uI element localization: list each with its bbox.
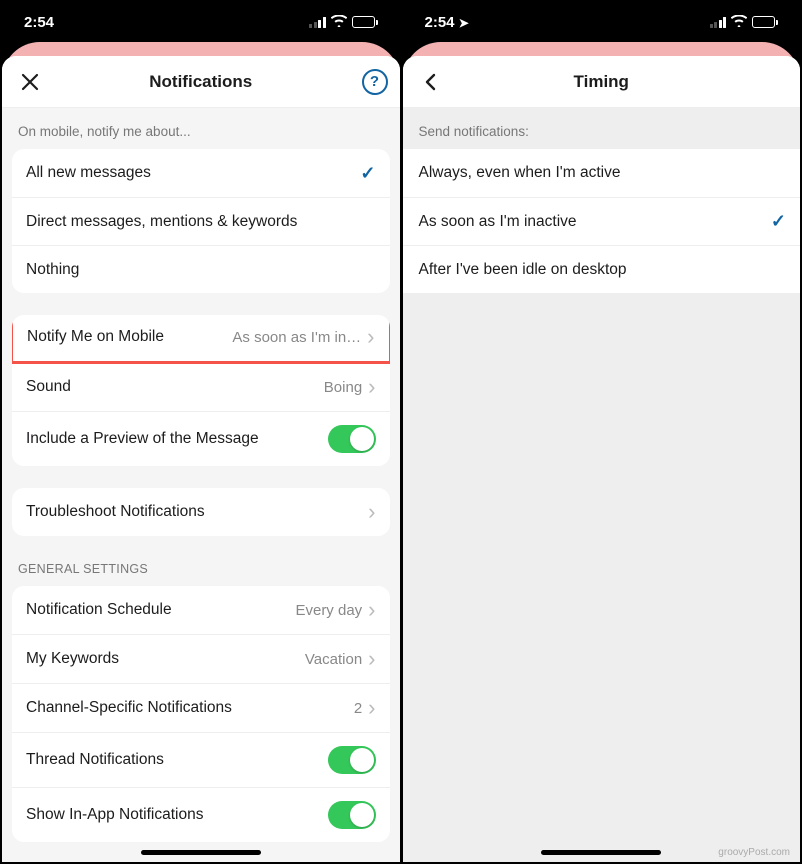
settings-card-1: Notify Me on Mobile As soon as I'm in… ›… — [12, 315, 390, 466]
notify-options-card: All new messages ✓ Direct messages, ment… — [12, 149, 390, 293]
row-label: Troubleshoot Notifications — [26, 503, 368, 521]
location-icon: ➤ — [459, 16, 469, 30]
row-label: Notify Me on Mobile — [27, 328, 232, 346]
row-label: All new messages — [26, 164, 360, 182]
timing-option-idle[interactable]: After I've been idle on desktop — [403, 245, 801, 293]
status-time: 2:54 — [24, 14, 54, 31]
row-label: Include a Preview of the Message — [26, 430, 328, 448]
schedule-row[interactable]: Notification Schedule Every day › — [12, 586, 390, 634]
row-label: Direct messages, mentions & keywords — [26, 213, 376, 231]
section-label-send: Send notifications: — [403, 108, 801, 149]
row-label: Notification Schedule — [26, 601, 295, 619]
battery-icon — [352, 16, 378, 28]
troubleshoot-card: Troubleshoot Notifications › — [12, 488, 390, 536]
timing-option-inactive[interactable]: As soon as I'm inactive ✓ — [403, 197, 801, 245]
status-icons — [710, 14, 779, 31]
row-label: Nothing — [26, 261, 376, 279]
keywords-row[interactable]: My Keywords Vacation › — [12, 634, 390, 683]
thread-notif-row: Thread Notifications — [12, 732, 390, 787]
channel-notif-row[interactable]: Channel-Specific Notifications 2 › — [12, 683, 390, 732]
page-title: Notifications — [149, 72, 252, 92]
row-value: Boing — [324, 379, 362, 396]
close-icon — [20, 72, 40, 92]
row-value: 2 — [354, 700, 362, 717]
thread-toggle[interactable] — [328, 746, 376, 774]
notify-option-all[interactable]: All new messages ✓ — [12, 149, 390, 197]
status-time: 2:54 ➤ — [425, 14, 469, 31]
preview-toggle-row: Include a Preview of the Message — [12, 411, 390, 466]
sound-row[interactable]: Sound Boing › — [12, 362, 390, 411]
chevron-right-icon: › — [367, 326, 374, 348]
sheet-header: Notifications ? — [2, 56, 400, 108]
row-value: Every day — [295, 602, 362, 619]
preview-toggle[interactable] — [328, 425, 376, 453]
notify-option-dm[interactable]: Direct messages, mentions & keywords — [12, 197, 390, 245]
chevron-right-icon: › — [368, 648, 375, 670]
notify-option-nothing[interactable]: Nothing — [12, 245, 390, 293]
page-title: Timing — [574, 72, 629, 92]
timing-option-always[interactable]: Always, even when I'm active — [403, 149, 801, 197]
battery-icon — [752, 16, 778, 28]
help-button[interactable]: ? — [362, 69, 388, 95]
chevron-right-icon: › — [368, 501, 375, 523]
phone-right: 2:54 ➤ Timing Send notifications: — [403, 2, 801, 862]
row-label: As soon as I'm inactive — [419, 213, 771, 231]
general-card: Notification Schedule Every day › My Key… — [12, 586, 390, 842]
help-icon: ? — [370, 73, 379, 90]
wifi-icon — [731, 14, 747, 31]
inapp-toggle[interactable] — [328, 801, 376, 829]
chevron-right-icon: › — [368, 376, 375, 398]
check-icon: ✓ — [771, 211, 786, 232]
row-label: After I've been idle on desktop — [419, 261, 787, 279]
row-label: Thread Notifications — [26, 751, 328, 769]
row-label: Show In-App Notifications — [26, 806, 328, 824]
row-label: Always, even when I'm active — [419, 164, 787, 182]
status-bar: 2:54 ➤ — [403, 2, 801, 42]
status-icons — [309, 14, 378, 31]
timing-options-card: Always, even when I'm active As soon as … — [403, 149, 801, 293]
chevron-right-icon: › — [368, 599, 375, 621]
row-label: Sound — [26, 378, 324, 396]
check-icon: ✓ — [360, 163, 375, 184]
row-value: As soon as I'm in… — [232, 329, 361, 346]
cell-signal-icon — [309, 17, 326, 28]
phone-left: 2:54 Notifications ? — [2, 2, 400, 862]
row-label: Channel-Specific Notifications — [26, 699, 354, 717]
section-label-notify: On mobile, notify me about... — [2, 108, 400, 149]
notify-me-mobile-row[interactable]: Notify Me on Mobile As soon as I'm in… › — [12, 315, 390, 364]
back-button[interactable] — [415, 66, 447, 98]
cell-signal-icon — [710, 17, 727, 28]
close-button[interactable] — [14, 66, 46, 98]
chevron-right-icon: › — [368, 697, 375, 719]
inapp-notif-row: Show In-App Notifications — [12, 787, 390, 842]
chevron-left-icon — [423, 72, 439, 92]
wifi-icon — [331, 14, 347, 31]
row-value: Vacation — [305, 651, 362, 668]
watermark: groovyPost.com — [718, 847, 790, 858]
home-indicator — [141, 850, 261, 855]
row-label: My Keywords — [26, 650, 305, 668]
status-bar: 2:54 — [2, 2, 400, 42]
troubleshoot-row[interactable]: Troubleshoot Notifications › — [12, 488, 390, 536]
section-label-general: General Settings — [2, 536, 400, 586]
home-indicator — [541, 850, 661, 855]
sheet-header: Timing — [403, 56, 801, 108]
